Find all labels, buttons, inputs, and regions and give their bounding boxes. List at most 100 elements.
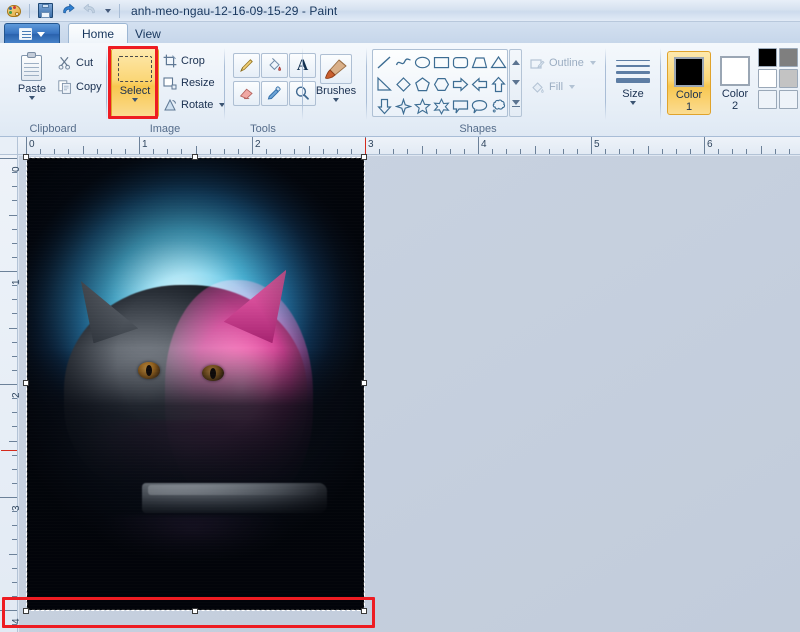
customize-quick-access-icon[interactable] [102,5,113,16]
ruler-v-major-tick [0,271,17,272]
shape-rectangular-callout[interactable] [451,96,469,116]
selection-handle-middle-right[interactable] [361,380,367,386]
selection-handle-bottom-center[interactable] [192,608,198,614]
color-palette[interactable] [758,48,800,112]
tool-fill[interactable] [261,53,288,78]
ruler-v-major-tick [0,384,17,385]
qat-separator-2 [119,3,120,18]
copy-button[interactable]: Copy [58,77,102,97]
rotate-icon [164,98,177,111]
shape-up-arrow[interactable] [489,74,507,94]
paint-menu-button[interactable] [4,23,60,44]
shape-rounded-rectangle[interactable] [451,52,469,72]
palette-color-2-1[interactable] [779,90,798,109]
palette-color-1-0[interactable] [758,69,777,88]
palette-color-2-0[interactable] [758,90,777,109]
shapes-gallery[interactable] [372,49,508,117]
selection-handle-top-right[interactable] [361,154,367,160]
shape-line[interactable] [375,52,393,72]
selection-handle-middle-left[interactable] [23,380,29,386]
crop-button[interactable]: Crop [163,51,205,71]
ruler-v-minor-tick [12,581,17,583]
chevron-down-icon [333,98,339,102]
palette-color-1-1[interactable] [779,69,798,88]
undo-icon[interactable] [58,1,77,20]
chevron-down-icon [589,61,596,65]
ruler-v-major-tick [0,610,17,611]
selection-handle-top-center[interactable] [192,154,198,160]
shape-six-point-star[interactable] [432,96,450,116]
ruler-h-minor-tick [520,149,522,154]
shape-rounded-callout[interactable] [470,96,488,116]
resize-button[interactable]: Resize [163,73,215,93]
shape-pentagon[interactable] [413,74,431,94]
shape-diamond[interactable] [394,74,412,94]
shape-hexagon[interactable] [432,74,450,94]
select-button[interactable]: Select [111,48,159,118]
scroll-up-icon[interactable] [511,59,520,65]
paint-window: anh-meo-ngau-12-16-09-15-29 - Paint Home… [0,0,800,632]
ruler-h-minor-tick [195,146,197,154]
save-icon[interactable] [36,1,55,20]
scroll-down-icon[interactable] [511,79,520,85]
selection-handle-bottom-left[interactable] [23,608,29,614]
shape-polygon[interactable] [470,52,488,72]
brushes-button[interactable]: Brushes [313,51,359,117]
ruler-h-minor-tick [689,149,691,154]
size-button[interactable]: Size [612,51,654,117]
fill-button[interactable]: Fill [530,77,576,97]
outline-button[interactable]: Outline [530,53,596,73]
ruler-h-minor-tick [449,149,451,154]
shape-oval[interactable] [413,52,431,72]
cut-button[interactable]: Cut [58,53,93,73]
shape-cloud-callout[interactable] [489,96,507,116]
canvas-area[interactable] [19,154,800,632]
redo-icon [80,1,99,20]
clipboard-group-label: Clipboard [29,123,77,135]
tool-color-picker[interactable] [261,81,288,106]
ruler-h-minor-tick [619,149,621,154]
color-2-button[interactable]: Color 2 [713,51,757,115]
ruler-h-minor-tick [760,146,762,154]
tool-eraser[interactable] [233,81,260,106]
shapes-scrollbar[interactable] [509,49,522,117]
palette-color-0-0[interactable] [758,48,777,67]
paste-button[interactable]: Paste [8,49,56,117]
ruler-h-minor-tick [280,149,282,154]
select-label: Select [119,85,151,97]
ribbon-group-image: Select Crop Resize Rotate Image [107,43,226,137]
ruler-h-major-tick [704,137,705,154]
shape-triangle[interactable] [489,52,507,72]
ruler-h-major-tick [252,137,253,154]
shape-curve[interactable] [394,52,412,72]
color-1-swatch [674,57,704,87]
shape-four-point-star[interactable] [394,96,412,116]
shape-rectangle[interactable] [432,52,450,72]
palette-color-0-1[interactable] [779,48,798,67]
shape-down-arrow[interactable] [375,96,393,116]
rotate-button[interactable]: Rotate [163,95,226,115]
ruler-h-minor-tick [548,149,550,154]
ruler-v-minor-tick [12,355,17,357]
resize-icon [163,77,177,90]
ruler-v-minor-tick [12,200,17,202]
selection-handle-top-left[interactable] [23,154,29,160]
shapes-more-icon[interactable] [511,99,520,107]
shape-five-point-star[interactable] [413,96,431,116]
shape-left-arrow[interactable] [470,74,488,94]
paint-palette-icon[interactable] [4,1,23,20]
ruler-h-minor-tick [266,149,268,154]
chevron-down-icon [630,101,636,105]
image-canvas[interactable] [27,158,364,610]
window-title: anh-meo-ngau-12-16-09-15-29 - Paint [131,3,338,18]
selection-handle-bottom-right[interactable] [361,608,367,614]
ruler-h-minor-tick [463,149,465,154]
tab-home[interactable]: Home [68,23,129,44]
tool-pencil[interactable] [233,53,260,78]
color-1-button[interactable]: Color 1 [667,51,711,115]
shape-right-triangle[interactable] [375,74,393,94]
tab-view[interactable]: View [122,23,174,44]
ruler-h-minor-tick [633,149,635,154]
shape-right-arrow[interactable] [451,74,469,94]
ruler-v-minor-tick [12,341,17,343]
